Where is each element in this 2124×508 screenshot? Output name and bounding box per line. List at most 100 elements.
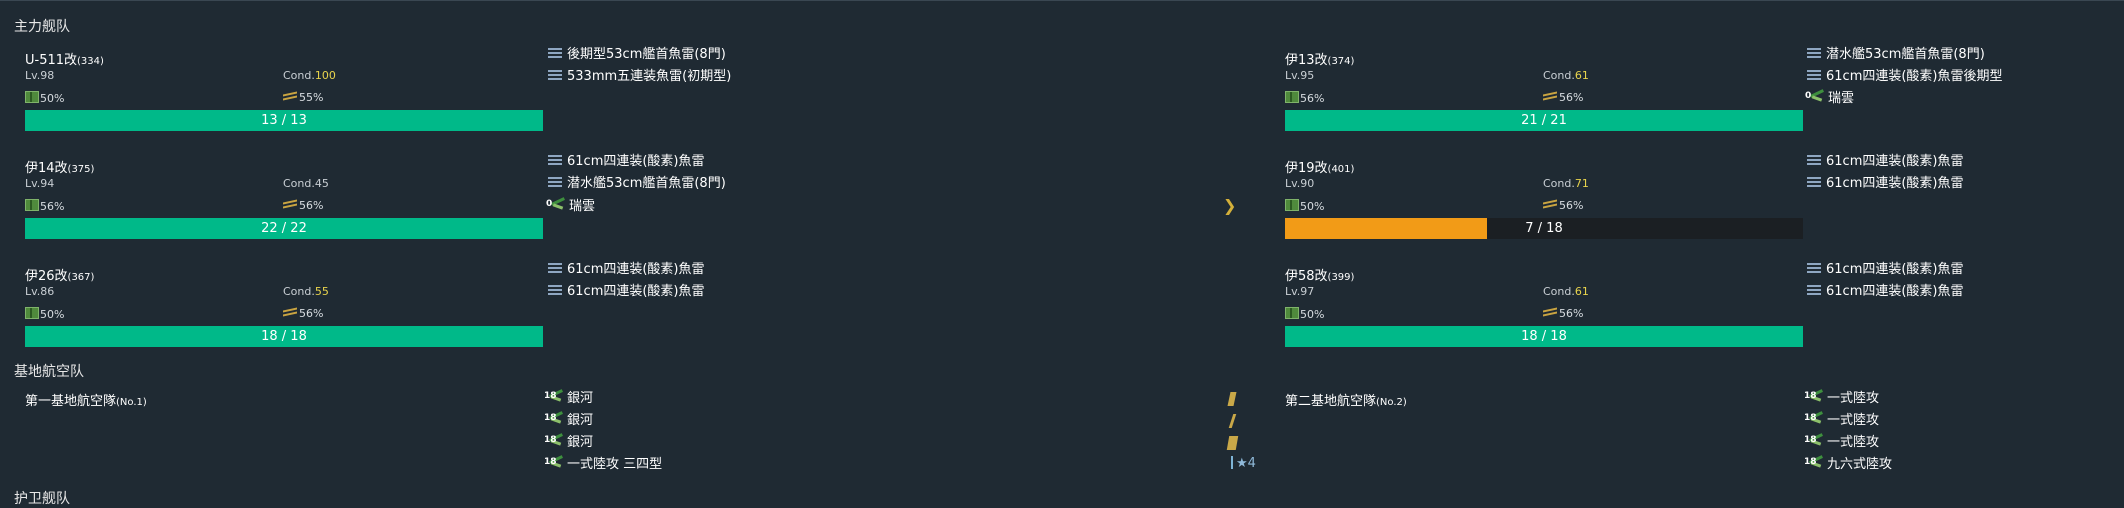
ship-fuel: 56% [25, 199, 64, 213]
ship-fuel: 50% [25, 91, 64, 105]
fuel-icon [1285, 199, 1299, 211]
improvement-level: ★4 [1231, 456, 1256, 471]
equip-slot[interactable]: 61cm四連装(酸素)魚雷 [548, 282, 705, 302]
bomber-icon: 18 [544, 433, 564, 448]
ship-condition: Cond.61 [1543, 285, 1589, 298]
fuel-icon [25, 199, 39, 211]
lbas-plane-slot[interactable]: 18 九六式陸攻 [1804, 455, 1892, 475]
ship-fuel: 50% [25, 307, 64, 321]
ship-ammo: 56% [1543, 307, 1583, 320]
lbas-name[interactable]: 第二基地航空隊(No.2) [1285, 390, 1407, 409]
equip-slot[interactable]: 61cm四連装(酸素)魚雷 [1807, 260, 1964, 280]
hp-bar: 18 / 18 [25, 326, 543, 347]
hp-text: 22 / 22 [261, 221, 307, 236]
fuel-icon [1285, 91, 1299, 103]
ammo-icon [1543, 307, 1557, 317]
ship-name: U-511改(334) [25, 53, 104, 68]
proficiency-icon [1226, 436, 1239, 450]
ship-name: 伊13改(374) [1285, 53, 1355, 68]
lbas-plane-slot[interactable]: 18 一式陸攻 三四型 [544, 455, 662, 475]
equip-slot[interactable]: 61cm四連装(酸素)魚雷 [548, 260, 705, 280]
bomber-icon: 18 [1804, 455, 1824, 470]
ammo-icon [283, 91, 297, 101]
ship-level: Lv.97 [1285, 285, 1315, 298]
ammo-icon [1543, 199, 1557, 209]
ship-ammo: 56% [1543, 91, 1583, 104]
hp-bar: 7 / 18 [1285, 218, 1803, 239]
equip-slot[interactable]: 533mm五連装魚雷(初期型) [548, 67, 731, 87]
equip-slot[interactable]: 61cm四連装(酸素)魚雷 [1807, 152, 1964, 172]
lbas-plane-slot[interactable]: 18 一式陸攻 [1804, 411, 1879, 431]
ship-condition: Cond.100 [283, 69, 336, 82]
torpedo-icon [1807, 70, 1821, 81]
torpedo-icon [1807, 285, 1821, 296]
proficiency-icon [1228, 414, 1237, 428]
lbas-plane-slot[interactable]: 18 一式陸攻 [1804, 433, 1879, 453]
main-fleet-title: 主力舰队 [14, 19, 70, 35]
torpedo-icon [548, 155, 562, 166]
chevron-right-icon: ❯ [1223, 196, 1237, 215]
lbas-plane-slot[interactable]: 18 銀河 [544, 433, 593, 453]
lbas-name[interactable]: 第一基地航空隊(No.1) [25, 390, 147, 409]
ship-fuel: 50% [1285, 199, 1324, 213]
torpedo-icon [1807, 263, 1821, 274]
hp-bar: 18 / 18 [1285, 326, 1803, 347]
equip-slot[interactable]: 潜水艦53cm艦首魚雷(8門) [1807, 45, 1985, 65]
equip-slot[interactable]: 61cm四連装(酸素)魚雷 [548, 152, 705, 172]
equip-slot[interactable]: 潜水艦53cm艦首魚雷(8門) [548, 174, 726, 194]
hp-text: 21 / 21 [1521, 113, 1567, 128]
ship-fuel: 50% [1285, 307, 1324, 321]
torpedo-icon [1807, 177, 1821, 188]
equip-slot[interactable]: 0 瑞雲 [546, 197, 595, 217]
bomber-icon: 18 [544, 411, 564, 426]
ammo-icon [1543, 91, 1557, 101]
hp-text: 18 / 18 [1521, 329, 1567, 344]
torpedo-icon [548, 177, 562, 188]
fuel-icon [1285, 307, 1299, 319]
lbas-plane-slot[interactable]: 18 銀河 [544, 411, 593, 431]
top-divider [0, 0, 2124, 1]
ship-ammo: 55% [283, 91, 323, 104]
torpedo-icon [548, 70, 562, 81]
hp-text: 18 / 18 [261, 329, 307, 344]
torpedo-icon [1807, 155, 1821, 166]
hp-bar: 22 / 22 [25, 218, 543, 239]
torpedo-icon [1807, 48, 1821, 59]
equip-slot[interactable]: 0 瑞雲 [1805, 89, 1854, 109]
hp-bar: 13 / 13 [25, 110, 543, 131]
ship-condition: Cond.71 [1543, 177, 1589, 190]
hp-bar: 21 / 21 [1285, 110, 1803, 131]
torpedo-icon [548, 285, 562, 296]
equip-slot[interactable]: 後期型53cm艦首魚雷(8門) [548, 45, 726, 65]
ship-name: 伊26改(367) [25, 269, 95, 284]
proficiency-icon [1227, 392, 1237, 406]
equip-slot[interactable]: 61cm四連装(酸素)魚雷 [1807, 282, 1964, 302]
seaplane-icon: 0 [546, 197, 566, 212]
ship-name: 伊14改(375) [25, 161, 95, 176]
land-base-title: 基地航空队 [14, 364, 84, 380]
ship-condition: Cond.61 [1543, 69, 1589, 82]
hp-text: 13 / 13 [261, 113, 307, 128]
ship-condition: Cond.55 [283, 285, 329, 298]
bomber-icon: 18 [1804, 433, 1824, 448]
ship-ammo: 56% [1543, 199, 1583, 212]
torpedo-icon [548, 48, 562, 59]
ship-level: Lv.86 [25, 285, 55, 298]
ship-name: 伊58改(399) [1285, 269, 1355, 284]
ship-name: 伊19改(401) [1285, 161, 1355, 176]
lbas-plane-slot[interactable]: 18 一式陸攻 [1804, 389, 1879, 409]
ship-ammo: 56% [283, 199, 323, 212]
equip-slot[interactable]: 61cm四連装(酸素)魚雷 [1807, 174, 1964, 194]
ship-condition: Cond.45 [283, 177, 329, 190]
equip-slot[interactable]: 61cm四連装(酸素)魚雷後期型 [1807, 67, 2003, 87]
ship-level: Lv.90 [1285, 177, 1315, 190]
ammo-icon [283, 307, 297, 317]
torpedo-icon [548, 263, 562, 274]
ammo-icon [283, 199, 297, 209]
ship-ammo: 56% [283, 307, 323, 320]
bomber-icon: 18 [544, 389, 564, 404]
hp-text: 7 / 18 [1525, 221, 1563, 236]
ship-fuel: 56% [1285, 91, 1324, 105]
lbas-plane-slot[interactable]: 18 銀河 [544, 389, 593, 409]
seaplane-icon: 0 [1805, 89, 1825, 104]
